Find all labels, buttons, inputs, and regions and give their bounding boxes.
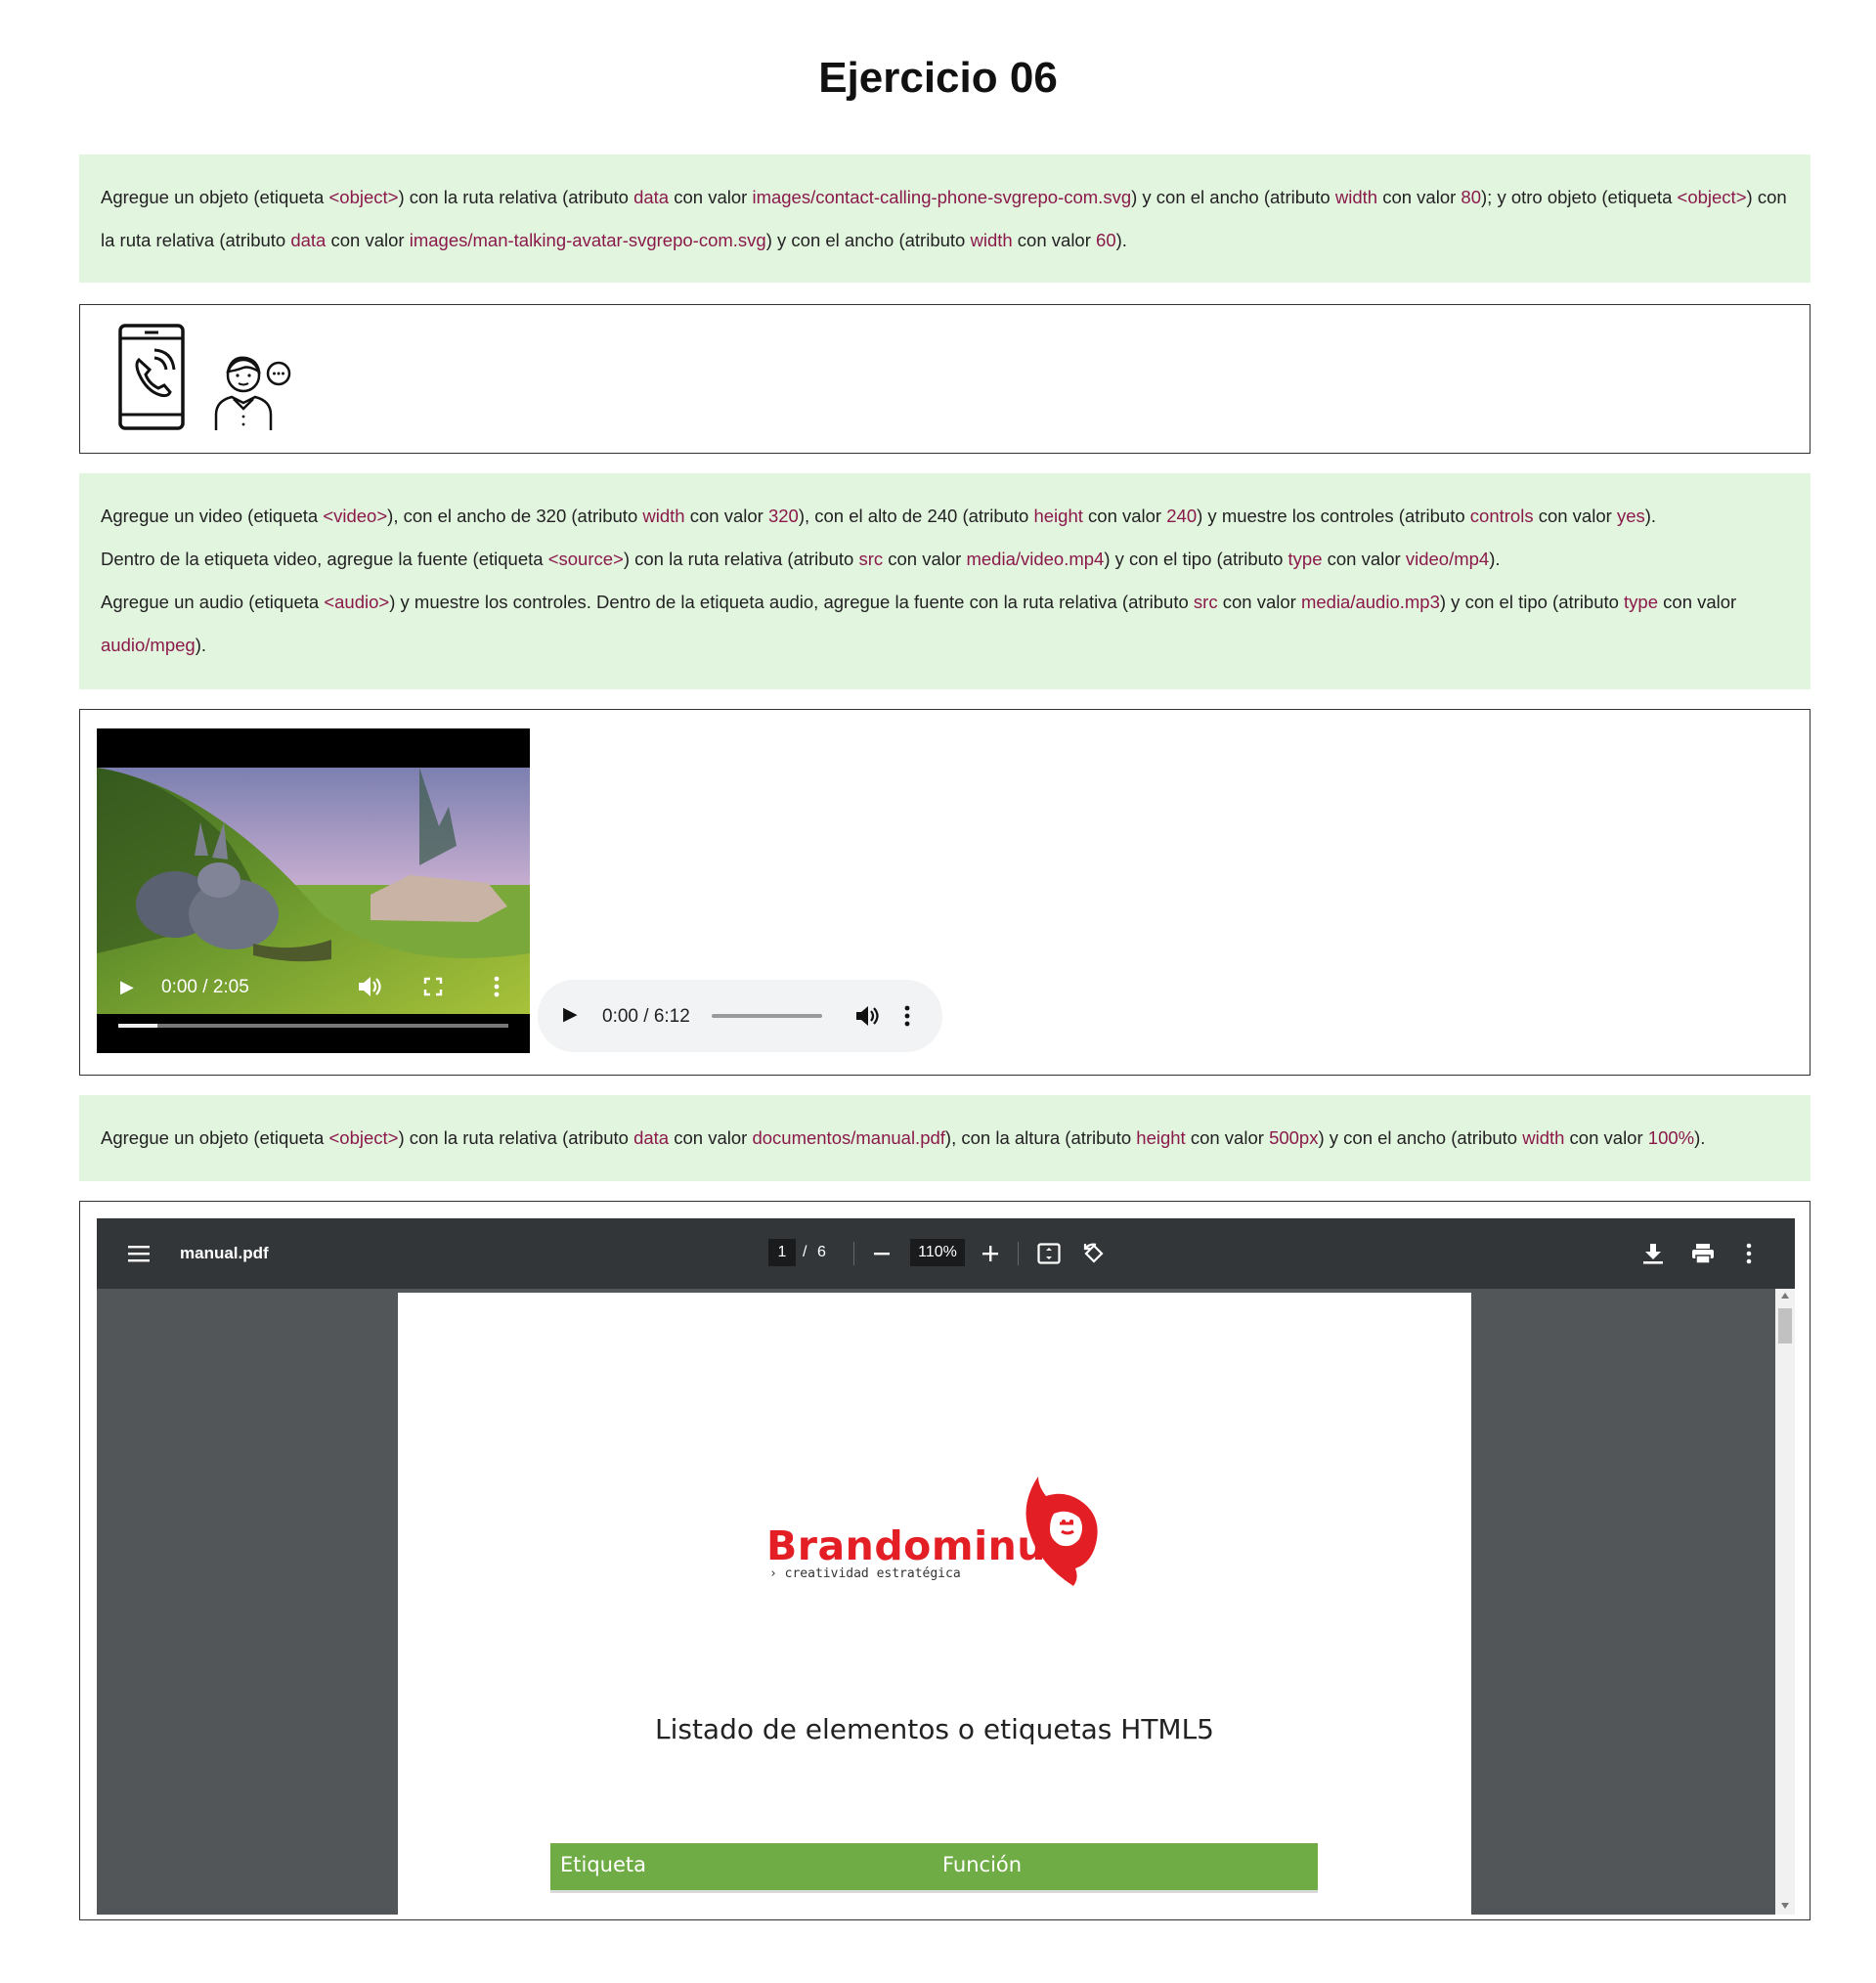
pdf-table-col-etiqueta: Etiqueta <box>560 1853 646 1876</box>
video-time: 0:00 / 2:05 <box>161 977 249 997</box>
pdf-viewer: manual.pdf 1 / 6 110% Brandominus › crea… <box>97 1218 1795 1915</box>
pdf-scrollbar-thumb[interactable] <box>1778 1308 1792 1344</box>
pdf-filename: manual.pdf <box>180 1244 269 1262</box>
menu-icon[interactable] <box>128 1245 150 1262</box>
instruction-object-svg: Agregue un objeto (etiqueta <object>) co… <box>79 154 1811 283</box>
zoom-input[interactable]: 110% <box>910 1239 965 1266</box>
page-number-input[interactable]: 1 <box>768 1239 796 1266</box>
audio-volume-icon[interactable] <box>854 1004 880 1028</box>
instruction-audio: Agregue un audio (etiqueta <audio>) y mu… <box>101 592 1737 655</box>
instruction-text-pdf: Agregue un objeto (etiqueta <object>) co… <box>101 1127 1706 1148</box>
video-play-icon[interactable]: ▶ <box>120 977 134 997</box>
instruction-video-audio: Agregue un video (etiqueta <video>), con… <box>79 473 1811 689</box>
instruction-text: Agregue un objeto (etiqueta <object>) co… <box>101 187 1787 250</box>
rotate-icon[interactable] <box>1082 1242 1106 1265</box>
svg-objects-frame <box>79 304 1811 454</box>
zoom-out-icon[interactable] <box>874 1253 890 1256</box>
instruction-video: Agregue un video (etiqueta <video>), con… <box>101 506 1657 526</box>
pdf-toolbar: manual.pdf 1 / 6 110% <box>97 1218 1795 1289</box>
video-volume-icon[interactable] <box>357 975 382 998</box>
pdf-scrollbar[interactable] <box>1775 1289 1795 1915</box>
fit-to-page-icon[interactable] <box>1037 1243 1061 1264</box>
page-separator: / <box>803 1244 807 1260</box>
pdf-more-options-icon[interactable] <box>1745 1243 1753 1264</box>
video-controls: ▶ 0:00 / 2:05 <box>97 976 530 1053</box>
zoom-in-icon[interactable] <box>982 1246 998 1261</box>
scroll-down-icon[interactable] <box>1781 1903 1789 1909</box>
audio-time: 0:00 / 6:12 <box>602 1006 690 1027</box>
instruction-source: Dentro de la etiqueta video, agregue la … <box>101 549 1501 569</box>
download-icon[interactable] <box>1643 1243 1663 1264</box>
pdf-table-col-funcion: Función <box>942 1853 1023 1876</box>
video-more-options-icon[interactable] <box>493 975 501 998</box>
audio-play-icon[interactable]: ▶ <box>563 1003 578 1026</box>
brand-gorilla-logo-icon <box>1025 1476 1098 1586</box>
pdf-object-frame: manual.pdf 1 / 6 110% Brandominus › crea… <box>79 1201 1811 1920</box>
pdf-page: Brandominus › creatividad estratégica Li… <box>398 1293 1471 1915</box>
audio-progress-bar[interactable] <box>712 1014 822 1018</box>
page-total: 6 <box>817 1244 826 1260</box>
toolbar-divider <box>853 1242 854 1265</box>
print-icon[interactable] <box>1691 1243 1715 1264</box>
brand-tagline: › creatividad estratégica <box>769 1566 961 1581</box>
phone-calling-icon <box>118 324 185 430</box>
video-progress-fill <box>118 1024 157 1028</box>
media-frame: ▶ 0:00 / 2:05 ▶ 0:00 / 6:12 <box>79 709 1811 1076</box>
scroll-up-icon[interactable] <box>1781 1293 1789 1299</box>
fullscreen-icon[interactable] <box>423 977 443 996</box>
video-progress-bar[interactable] <box>118 1024 508 1028</box>
audio-more-options-icon[interactable] <box>903 1004 911 1028</box>
pdf-table-rule <box>550 1890 1318 1893</box>
instruction-object-pdf: Agregue un objeto (etiqueta <object>) co… <box>79 1095 1811 1181</box>
audio-player[interactable]: ▶ 0:00 / 6:12 <box>538 980 942 1052</box>
pdf-table-header: Etiqueta Función <box>550 1843 1318 1890</box>
video-player[interactable]: ▶ 0:00 / 2:05 <box>97 728 530 1053</box>
man-talking-avatar-icon <box>214 356 291 430</box>
pdf-document-title: Listado de elementos o etiquetas HTML5 <box>654 1713 1214 1745</box>
page-title: Ejercicio 06 <box>818 54 1058 102</box>
toolbar-divider <box>1018 1242 1019 1265</box>
